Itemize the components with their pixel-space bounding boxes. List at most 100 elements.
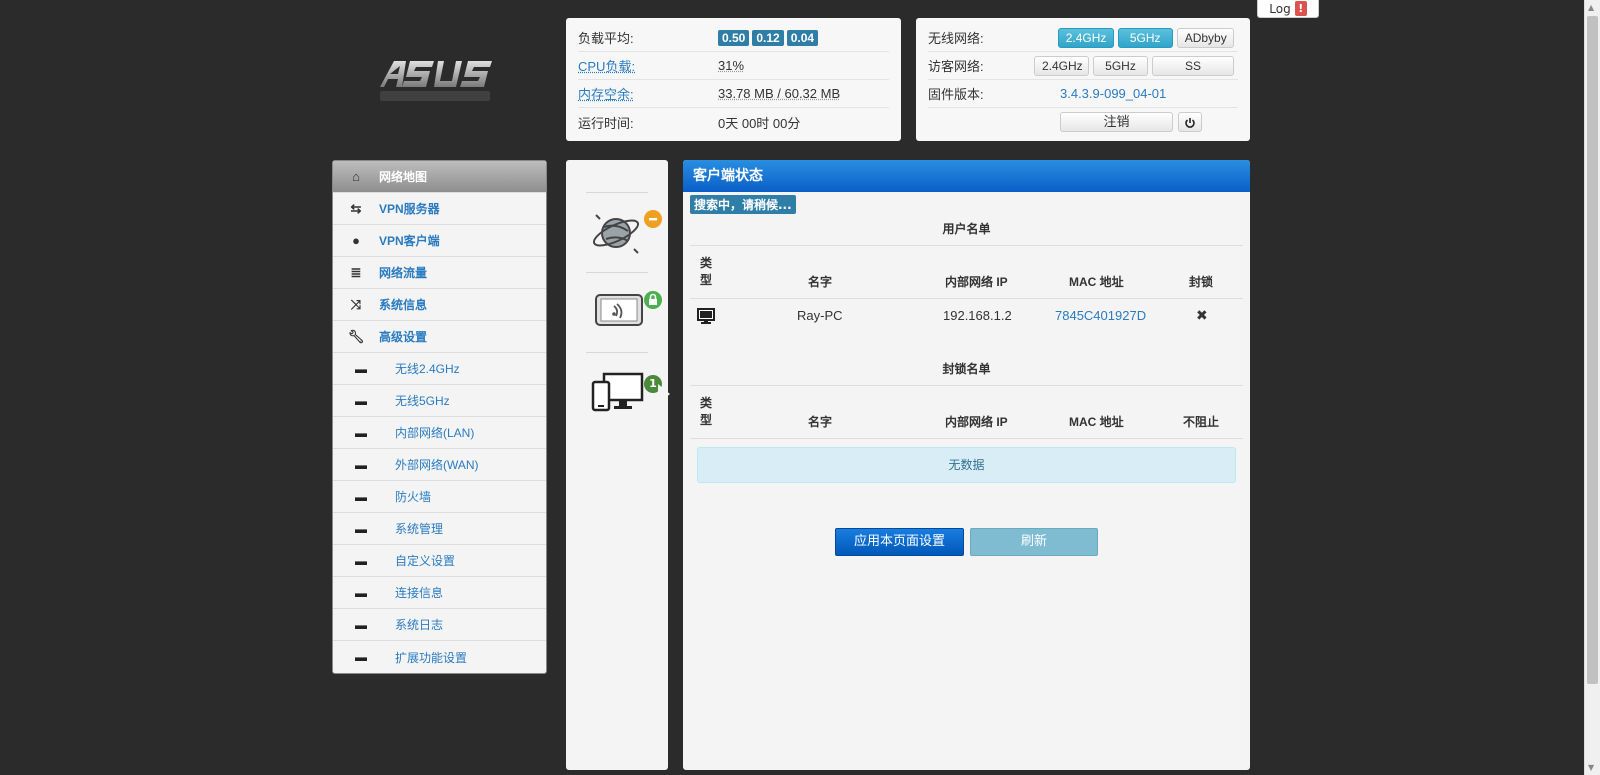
menu-advanced[interactable]: 🔧︎ 高级设置	[333, 321, 546, 353]
minus-icon	[649, 218, 657, 221]
tablet-wifi-icon	[595, 294, 643, 326]
memory-value: 33.78 MB / 60.32 MB	[718, 86, 841, 101]
apply-button[interactable]: 应用本页面设置	[835, 528, 964, 556]
log-button[interactable]: Log !	[1257, 0, 1319, 18]
scroll-down-icon[interactable]: ▼	[1588, 763, 1594, 772]
submenu-syslog[interactable]: ▬ 系统日志	[333, 609, 546, 641]
dash-icon: ▬	[355, 617, 367, 632]
system-status-panel: 负载平均: 0.50 0.12 0.04 CPU负载: 31% 内存空余: 33…	[566, 18, 901, 141]
menu-label: VPN客户端	[379, 234, 440, 248]
dash-icon: ▬	[355, 553, 367, 568]
submenu-wan[interactable]: ▬ 外部网络(WAN)	[333, 449, 546, 481]
submenu-lan[interactable]: ▬ 内部网络(LAN)	[333, 417, 546, 449]
sidebar-menu: ⌂ 网络地图 ⇆ VPN服务器 ● VPN客户端 ≣ 网络流量 ⤨ 系统信息 🔧…	[332, 160, 547, 674]
clients-status-button[interactable]	[590, 370, 646, 414]
guest-24-button[interactable]: 2.4GHz	[1034, 55, 1089, 76]
uptime-value: 0天 00时 00分	[718, 115, 801, 131]
menu-vpn-server[interactable]: ⇆ VPN服务器	[333, 193, 546, 225]
dash-icon: ▬	[355, 425, 367, 440]
divider	[690, 438, 1243, 439]
menu-label: 高级设置	[379, 330, 428, 344]
scroll-up-icon[interactable]: ▲	[1588, 3, 1594, 12]
user-list-title: 用户名单	[942, 222, 991, 236]
internet-status-button[interactable]	[590, 205, 646, 261]
cpu-row: CPU负载: 31%	[578, 52, 889, 80]
wifi-5-button[interactable]: 5GHz	[1117, 27, 1173, 48]
submenu-admin[interactable]: ▬ 系统管理	[333, 513, 546, 545]
submenu-label: 无线2.4GHz	[395, 362, 460, 376]
block-header-unblock: 不阻止	[1183, 415, 1220, 429]
ss-button[interactable]: SS	[1152, 55, 1234, 76]
submenu-wireless-24[interactable]: ▬ 无线2.4GHz	[333, 353, 546, 385]
submenu-extensions[interactable]: ▬ 扩展功能设置	[333, 641, 546, 673]
client-ip: 192.168.1.2	[943, 308, 1012, 323]
submenu-label: 内部网络(LAN)	[395, 426, 475, 440]
load-badge-3: 0.04	[786, 29, 819, 46]
power-button[interactable]	[1178, 112, 1202, 132]
menu-network-map[interactable]: ⌂ 网络地图	[333, 161, 546, 193]
asus-logo	[372, 55, 512, 110]
divider	[690, 385, 1243, 386]
submenu-label: 连接信息	[395, 586, 444, 600]
user-header-block: 封锁	[1189, 275, 1214, 289]
network-map-icons: 1	[566, 160, 670, 770]
submenu-label: 扩展功能设置	[395, 650, 468, 665]
firmware-label: 固件版本:	[928, 87, 984, 102]
vpn-server-icon: ⇆	[350, 200, 362, 216]
block-header-name: 名字	[808, 415, 833, 429]
cpu-link[interactable]: CPU负载:	[578, 56, 718, 75]
searching-badge: 搜索中，请稍候...	[690, 195, 796, 214]
log-label: Log	[1269, 1, 1291, 16]
wifi-24-button[interactable]: 2.4GHz	[1057, 27, 1114, 48]
dash-icon: ▬	[355, 393, 367, 408]
block-header-type: 类型	[700, 396, 713, 427]
block-header-mac: MAC 地址	[1069, 415, 1124, 429]
guest-label: 访客网络:	[928, 59, 984, 74]
page-title: 客户端状态	[683, 160, 1250, 192]
adbyby-button[interactable]: ADbyby	[1176, 27, 1234, 48]
submenu-wireless-5[interactable]: ▬ 无线5GHz	[333, 385, 546, 417]
disconnected-badge	[644, 210, 662, 228]
submenu-connections[interactable]: ▬ 连接信息	[333, 577, 546, 609]
alert-icon: !	[1294, 1, 1307, 16]
page-scrollbar[interactable]: ▲ ▼	[1584, 0, 1600, 775]
menu-label: 网络地图	[379, 170, 428, 184]
divider	[690, 298, 1243, 299]
divider	[586, 272, 648, 273]
scrollbar-thumb[interactable]	[1587, 16, 1598, 684]
secured-badge	[644, 291, 662, 309]
wireless-status-panel: 无线网络: 2.4GHz 5GHz ADbyby 访客网络: 2.4GHz 5G…	[916, 18, 1250, 141]
user-header-name: 名字	[808, 275, 833, 289]
memory-link[interactable]: 内存空余:	[578, 84, 718, 103]
submenu-custom[interactable]: ▬ 自定义设置	[333, 545, 546, 577]
dash-icon: ▬	[355, 457, 367, 472]
client-status-panel: 客户端状态 搜索中，请稍候... 用户名单 类型 名字 内部网络 IP MAC …	[683, 160, 1250, 770]
client-mac-link[interactable]: 7845C401927D	[1055, 308, 1146, 323]
dash-icon: ▬	[355, 650, 367, 664]
menu-system-info[interactable]: ⤨ 系统信息	[333, 289, 546, 321]
wifi-row: 无线网络: 2.4GHz 5GHz ADbyby	[928, 24, 1238, 52]
submenu-firewall[interactable]: ▬ 防火墙	[333, 481, 546, 513]
wireless-status-button[interactable]	[594, 292, 644, 328]
submenu-label: 防火墙	[395, 490, 432, 504]
load-badge-2: 0.12	[752, 29, 784, 46]
dash-icon: ▬	[355, 521, 367, 536]
block-client-button[interactable]: ✖	[1196, 307, 1208, 324]
block-header-ip: 内部网络 IP	[945, 415, 1008, 429]
guest-row: 访客网络: 2.4GHz 5GHz SS	[928, 52, 1238, 80]
submenu-label: 自定义设置	[395, 554, 456, 568]
logout-row: 注销	[928, 108, 1238, 136]
firmware-row: 固件版本: 3.4.3.9-099_04-01	[928, 80, 1238, 108]
lock-icon	[649, 293, 657, 305]
devices-icon	[591, 372, 644, 412]
refresh-button[interactable]: 刷新	[970, 528, 1098, 556]
menu-vpn-client[interactable]: ● VPN客户端	[333, 225, 546, 257]
menu-traffic[interactable]: ≣ 网络流量	[333, 257, 546, 289]
logout-button[interactable]: 注销	[1060, 112, 1173, 132]
load-row: 负载平均: 0.50 0.12 0.04	[578, 24, 889, 52]
globe-icon: ●	[352, 233, 360, 248]
firmware-link[interactable]: 3.4.3.9-099_04-01	[1060, 86, 1166, 101]
uptime-label: 运行时间:	[578, 115, 634, 131]
guest-5-button[interactable]: 5GHz	[1093, 55, 1148, 76]
desktop-icon	[697, 308, 715, 324]
